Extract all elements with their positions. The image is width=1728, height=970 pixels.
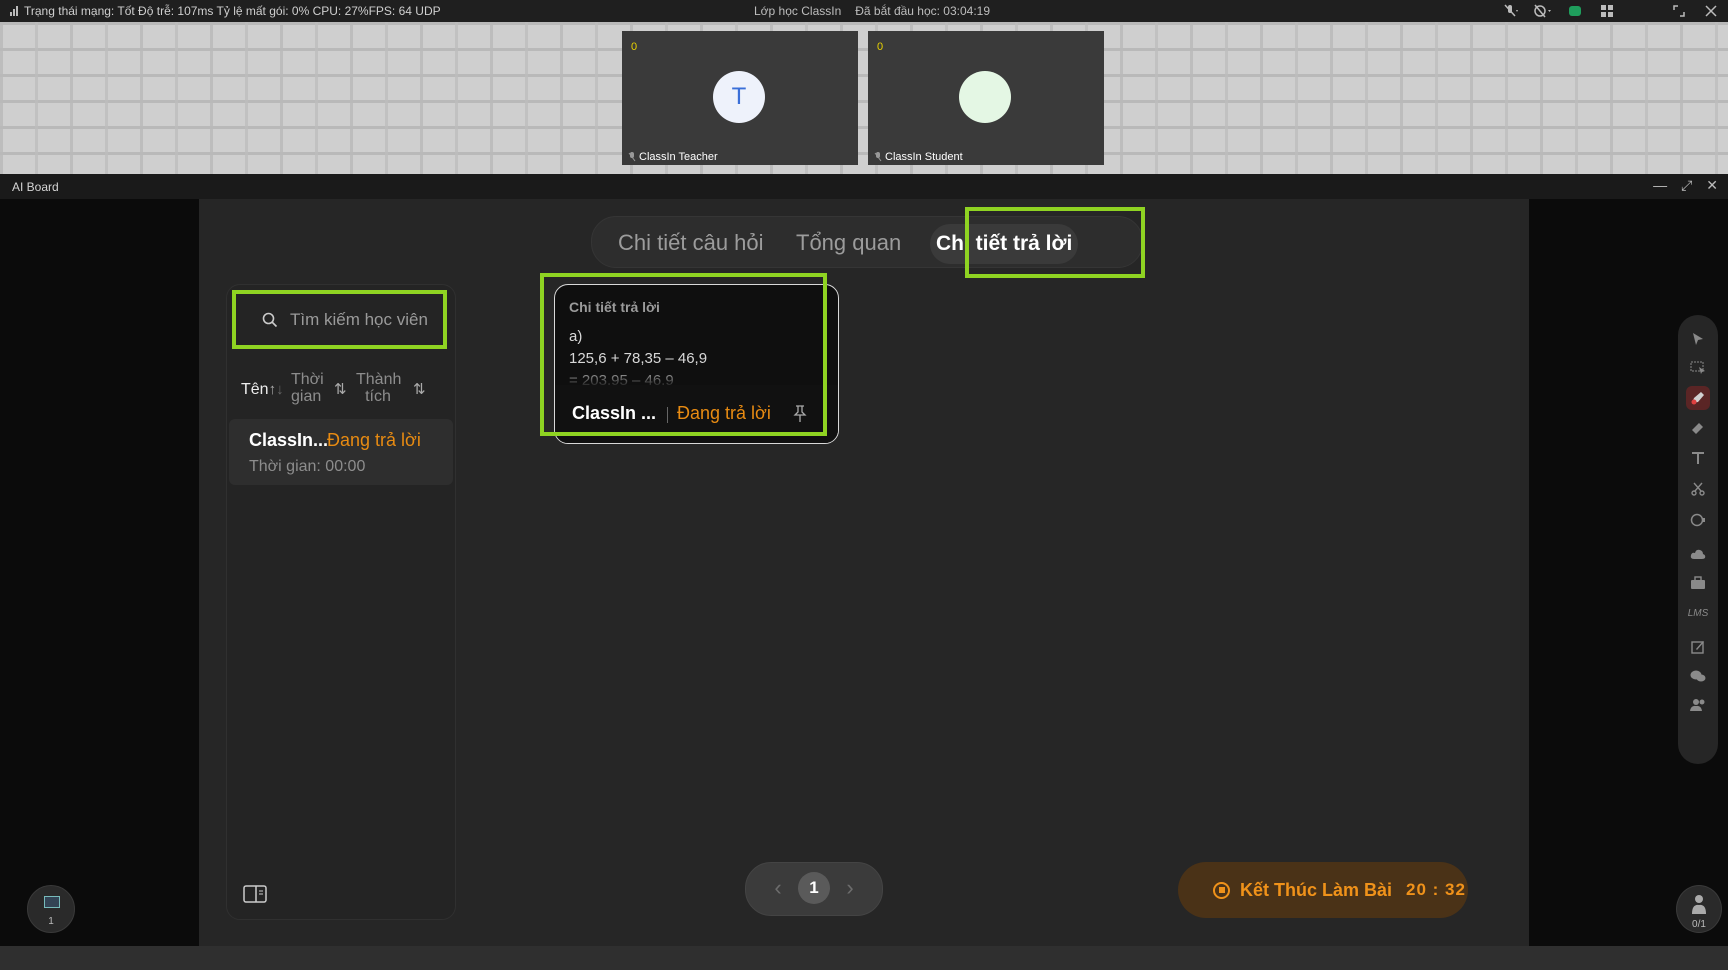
- cursor-icon[interactable]: [1686, 327, 1710, 351]
- divider: [667, 407, 668, 423]
- text-icon[interactable]: [1686, 446, 1710, 470]
- edit-icon[interactable]: [1686, 635, 1710, 659]
- hands-up-count: 0/1: [1692, 919, 1706, 930]
- page-index-button[interactable]: 1: [27, 885, 75, 933]
- restore-icon[interactable]: ⤢: [1681, 177, 1692, 194]
- collapse-panel-icon[interactable]: [243, 885, 267, 903]
- highlighter-icon[interactable]: [1686, 416, 1710, 440]
- card-title: Chi tiết trả lời: [569, 299, 660, 315]
- video-tile-teacher[interactable]: 0 T ClassIn Teacher: [622, 31, 858, 165]
- sort-by-score-label[interactable]: Thành tích: [356, 371, 401, 405]
- list-item[interactable]: ClassIn... Đang trả lời Thời gian: 00:00: [229, 419, 453, 485]
- avatar-letter: T: [731, 83, 747, 110]
- scissors-icon[interactable]: [1686, 477, 1710, 501]
- countdown-timer: 20 : 32: [1406, 880, 1466, 899]
- speaker-muted-icon[interactable]: [1534, 2, 1552, 20]
- status-bar: Trạng thái mạng: Tốt Độ trễ: 107ms Tỷ lệ…: [0, 0, 1728, 22]
- class-info: Lớp học ClassIn Đã bắt đầu học: 03:04:19: [754, 4, 990, 18]
- close-icon[interactable]: [1702, 2, 1720, 20]
- end-exercise-label: Kết Thúc Làm Bài: [1240, 879, 1393, 900]
- page-thumbnail-icon: [44, 896, 60, 908]
- minimize-icon[interactable]: —: [1653, 177, 1667, 194]
- video-name: ClassIn Student: [874, 151, 963, 163]
- stop-icon: [1213, 881, 1230, 899]
- lms-icon[interactable]: LMS: [1686, 601, 1710, 625]
- sort-desc-icon: ↓: [276, 381, 284, 398]
- shape-icon[interactable]: [1686, 508, 1710, 532]
- end-exercise-button[interactable]: Kết Thúc Làm Bài 20 : 32: [1178, 862, 1468, 918]
- cloud-icon[interactable]: [1686, 542, 1710, 566]
- network-status-text: Trạng thái mạng: Tốt Độ trễ: 107ms Tỷ lệ…: [24, 4, 441, 18]
- pin-icon[interactable]: [793, 405, 807, 423]
- student-time: Thời gian: 00:00: [249, 458, 366, 475]
- video-tile-student[interactable]: 0 ClassIn Student: [868, 31, 1104, 165]
- mic-icon: [874, 152, 882, 162]
- signal-icon: [10, 6, 18, 16]
- video-name: ClassIn Teacher: [628, 151, 718, 163]
- board-title-bar: AI Board — ⤢ ✕: [0, 174, 1728, 199]
- card-student-name: ClassIn ...: [572, 403, 657, 423]
- board-title: AI Board: [12, 180, 59, 194]
- chevron-right-icon[interactable]: ›: [840, 877, 860, 899]
- mic-icon: [628, 152, 636, 162]
- select-area-icon[interactable]: [1686, 356, 1710, 380]
- mic-muted-icon[interactable]: [1502, 2, 1520, 20]
- users-icon[interactable]: [1686, 693, 1710, 717]
- elapsed-time: Đã bắt đầu học: 03:04:19: [855, 4, 991, 18]
- pagination: ‹ 1 ›: [745, 862, 883, 916]
- student-name: ClassIn...: [249, 430, 329, 450]
- search-icon: [262, 312, 278, 328]
- video-strip: 0 T ClassIn Teacher 0 ClassIn Student: [0, 22, 1728, 174]
- sort-header: Tên↑↓ Thời gian ⇅ Thành tích ⇅: [241, 371, 445, 409]
- sort-asc-icon: ↑: [268, 381, 277, 398]
- search-input[interactable]: [288, 309, 432, 331]
- chevron-left-icon[interactable]: ‹: [768, 877, 788, 899]
- student-sidebar: Tên↑↓ Thời gian ⇅ Thành tích ⇅ ClassIn..…: [226, 284, 456, 920]
- close-icon[interactable]: ✕: [1706, 177, 1718, 194]
- sort-time-icon[interactable]: ⇅: [334, 381, 347, 398]
- left-gutter: [0, 199, 199, 946]
- fullscreen-icon[interactable]: [1670, 2, 1688, 20]
- board-toolbar: LMS: [1678, 315, 1718, 764]
- sort-score-icon[interactable]: ⇅: [413, 381, 426, 398]
- card-footer: ClassIn ... Đang trả lời: [555, 385, 838, 443]
- chat-icon[interactable]: [1686, 664, 1710, 688]
- reward-count: 0: [877, 41, 884, 53]
- sort-by-name[interactable]: Tên↑↓: [241, 381, 284, 398]
- pen-icon[interactable]: [1686, 386, 1710, 410]
- connection-status-icon: [1566, 2, 1584, 20]
- reward-count: 0: [631, 41, 638, 53]
- tab-overview[interactable]: Tổng quan: [796, 230, 901, 256]
- tab-question-detail[interactable]: Chi tiết câu hỏi: [618, 230, 764, 256]
- page-number[interactable]: 1: [798, 872, 830, 904]
- ai-board: Chi tiết câu hỏi Tổng quan Chi tiết trả …: [199, 199, 1529, 946]
- avatar: [959, 71, 1011, 123]
- hands-up-button[interactable]: 0/1: [1676, 885, 1722, 933]
- tab-answer-detail[interactable]: Chi tiết trả lời: [930, 224, 1079, 264]
- tab-bar: Chi tiết câu hỏi Tổng quan Chi tiết trả …: [591, 216, 1143, 268]
- answer-card[interactable]: Chi tiết trả lời a) 125,6 + 78,35 – 46,9…: [554, 284, 839, 444]
- video-name-text: ClassIn Student: [885, 151, 963, 163]
- toolbox-icon[interactable]: [1686, 571, 1710, 595]
- student-status: Đang trả lời: [327, 430, 421, 450]
- class-name: Lớp học ClassIn: [754, 4, 842, 18]
- bottom-strip: [0, 946, 1728, 970]
- student-icon: [1692, 895, 1706, 914]
- page-index: 1: [48, 916, 54, 927]
- sort-by-time-label[interactable]: Thời gian: [291, 371, 324, 405]
- sort-name-label: Tên: [241, 381, 269, 398]
- search-box[interactable]: [244, 299, 434, 341]
- avatar: T: [713, 71, 765, 123]
- network-status: Trạng thái mạng: Tốt Độ trễ: 107ms Tỷ lệ…: [10, 4, 441, 18]
- card-status: Đang trả lời: [677, 403, 771, 423]
- video-name-text: ClassIn Teacher: [639, 151, 718, 163]
- grid-layout-icon[interactable]: [1598, 2, 1616, 20]
